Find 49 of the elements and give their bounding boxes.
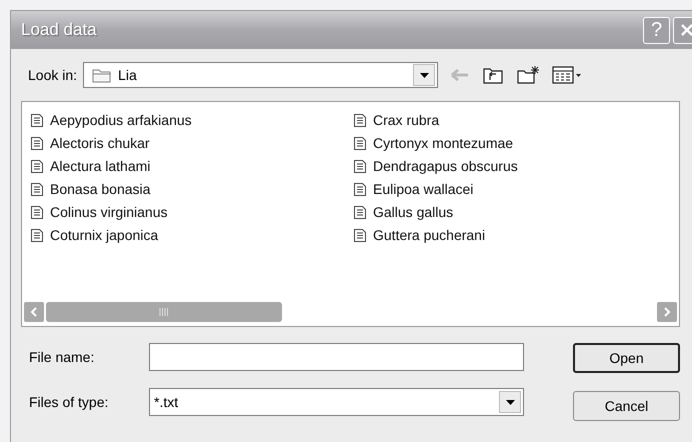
file-item[interactable]: Alectura lathami xyxy=(30,154,353,177)
file-item[interactable]: Coturnix japonica xyxy=(30,223,353,246)
file-name-label: File name: xyxy=(29,349,96,365)
text-file-icon xyxy=(353,204,367,220)
grip-icon xyxy=(159,308,169,316)
look-in-value: Lia xyxy=(118,67,138,83)
file-type-value: *.txt xyxy=(154,394,180,410)
close-button[interactable] xyxy=(673,16,692,44)
scroll-thumb[interactable] xyxy=(46,302,282,322)
text-file-icon xyxy=(30,204,44,220)
file-item[interactable]: Dendragapus obscurus xyxy=(353,154,653,177)
look-in-label: Look in: xyxy=(28,67,78,83)
file-item[interactable]: Cyrtonyx montezumae xyxy=(353,131,653,154)
window-title: Load data xyxy=(21,20,97,40)
dropdown-button[interactable] xyxy=(499,391,521,413)
text-file-icon xyxy=(353,180,367,196)
scroll-right-button[interactable] xyxy=(657,302,677,322)
look-in-dropdown[interactable]: Lia xyxy=(83,62,438,88)
file-item[interactable]: Alectoris chukar xyxy=(30,131,353,154)
caret-icon xyxy=(506,400,514,404)
cancel-button[interactable]: Cancel xyxy=(573,391,680,421)
text-file-icon xyxy=(353,112,367,128)
text-file-icon xyxy=(30,226,44,242)
text-file-icon xyxy=(30,134,44,150)
close-icon xyxy=(678,22,692,38)
scroll-left-button[interactable] xyxy=(24,302,44,322)
view-menu-icon[interactable] xyxy=(552,65,582,85)
file-item[interactable]: Guttera pucherani xyxy=(353,223,653,246)
caret-icon xyxy=(420,72,429,78)
file-item[interactable]: Bonasa bonasia xyxy=(30,177,353,200)
text-file-icon xyxy=(30,180,44,196)
file-type-label: Files of type: xyxy=(29,394,110,410)
file-item[interactable]: Eulipoa wallacei xyxy=(353,177,653,200)
dropdown-button[interactable] xyxy=(413,64,436,86)
new-folder-icon[interactable] xyxy=(516,65,540,85)
file-type-dropdown[interactable]: *.txt xyxy=(149,388,524,416)
file-item[interactable]: Colinus virginianus xyxy=(30,200,353,223)
open-button[interactable]: Open xyxy=(573,343,680,373)
file-item[interactable]: Aepypodius arfakianus xyxy=(30,108,353,131)
file-item[interactable]: Crax rubra xyxy=(353,108,653,131)
folder-icon xyxy=(92,67,112,83)
text-file-icon xyxy=(353,134,367,150)
text-file-icon xyxy=(353,226,367,242)
file-item[interactable]: Gallus gallus xyxy=(353,200,653,223)
file-name-field[interactable] xyxy=(149,343,524,371)
horizontal-scrollbar[interactable] xyxy=(22,301,679,323)
text-file-icon xyxy=(353,158,367,174)
text-file-icon xyxy=(30,112,44,128)
text-file-icon xyxy=(30,158,44,174)
